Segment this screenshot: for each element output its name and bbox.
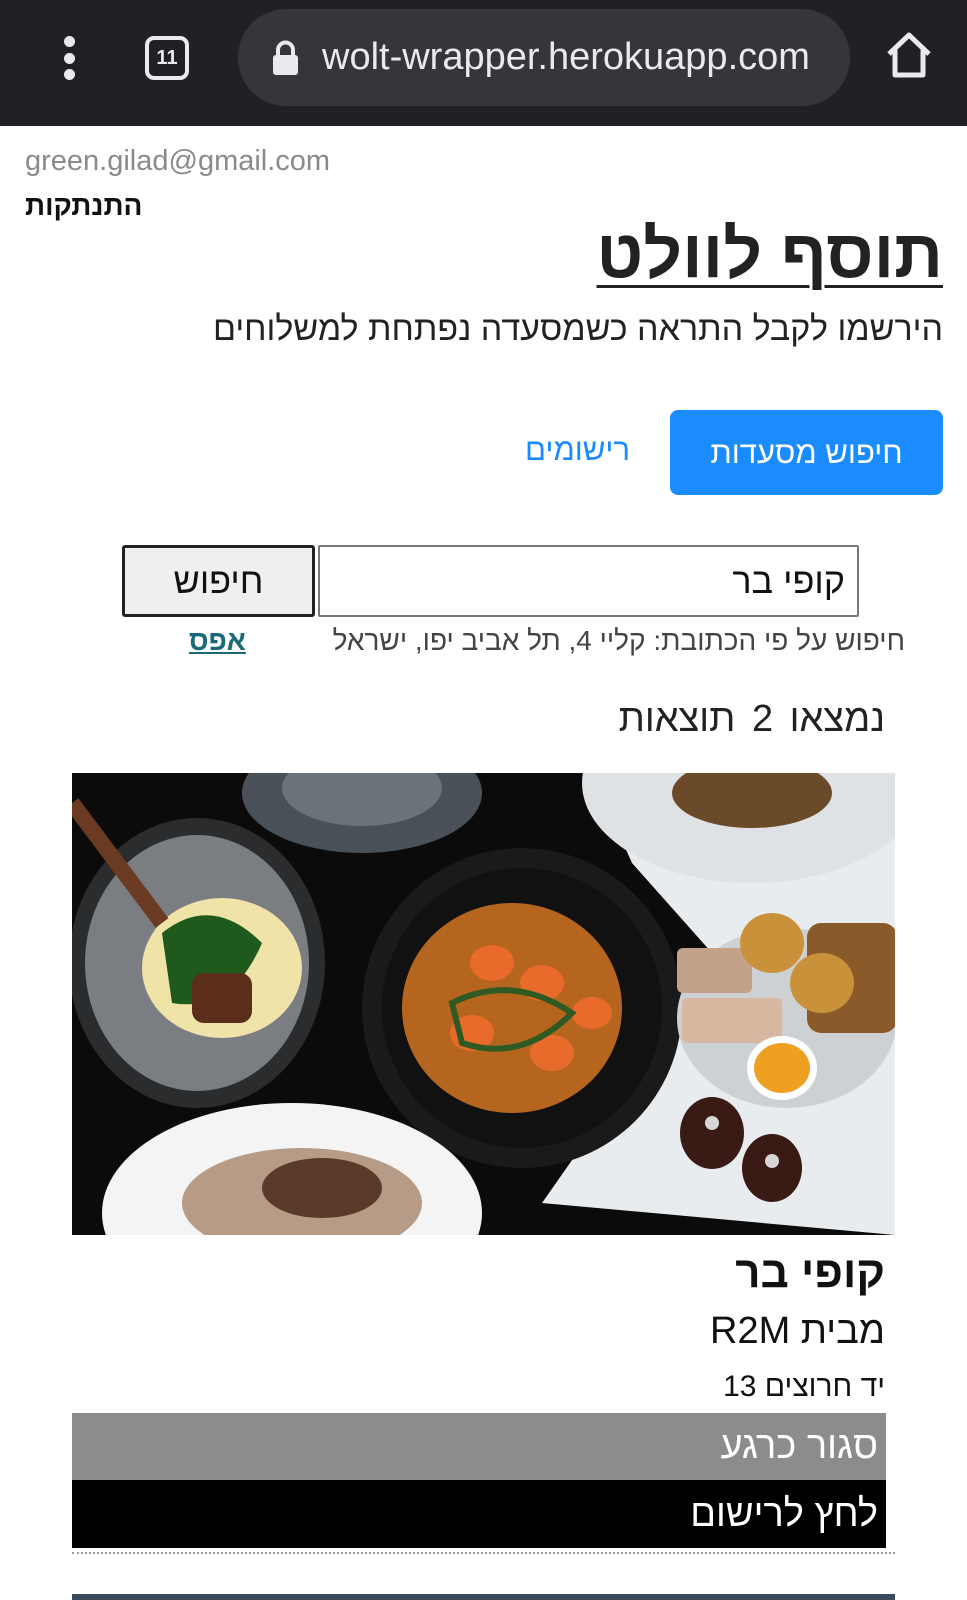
- page-subtitle: הירשמו לקבל התראה כשמסעדה נפתחת למשלוחים: [212, 310, 943, 348]
- search-restaurants-button[interactable]: חיפוש מסעדות: [670, 410, 943, 495]
- more-menu-icon[interactable]: [56, 36, 82, 80]
- search-input[interactable]: [318, 545, 859, 617]
- logout-link[interactable]: התנתקות: [25, 190, 142, 222]
- lock-icon: [273, 40, 298, 75]
- search-address-text: חיפוש על פי הכתובת: קליי 4, תל אביב יפו,…: [332, 625, 905, 656]
- tab-switcher-button[interactable]: 11: [145, 36, 189, 80]
- results-count: נמצאו 2 תוצאות: [618, 698, 885, 740]
- restaurant-name: קופי בר: [735, 1248, 885, 1297]
- page-title[interactable]: תוסף לוולט: [596, 215, 943, 293]
- tab-count: 11: [156, 46, 178, 69]
- address-bar[interactable]: wolt-wrapper.herokuapp.com: [238, 9, 850, 106]
- register-button[interactable]: לחץ לרישום: [72, 1480, 886, 1548]
- browser-toolbar: 11 wolt-wrapper.herokuapp.com: [0, 0, 967, 126]
- url-text: wolt-wrapper.herokuapp.com: [322, 36, 810, 78]
- restaurant-status: סגור כרגע: [72, 1413, 886, 1480]
- home-icon[interactable]: [884, 30, 934, 80]
- reset-address-link[interactable]: אפס: [189, 625, 246, 657]
- search-button[interactable]: חיפוש: [122, 545, 315, 617]
- restaurant-address: יד חרוצים 13: [723, 1370, 885, 1403]
- user-email: green.gilad@gmail.com: [25, 145, 331, 177]
- next-result-card: [72, 1594, 895, 1600]
- restaurant-image: [72, 773, 895, 1235]
- restaurant-source: מבית R2M: [710, 1310, 885, 1352]
- subscriptions-link[interactable]: רישומים: [525, 432, 630, 468]
- card-divider: [72, 1552, 895, 1554]
